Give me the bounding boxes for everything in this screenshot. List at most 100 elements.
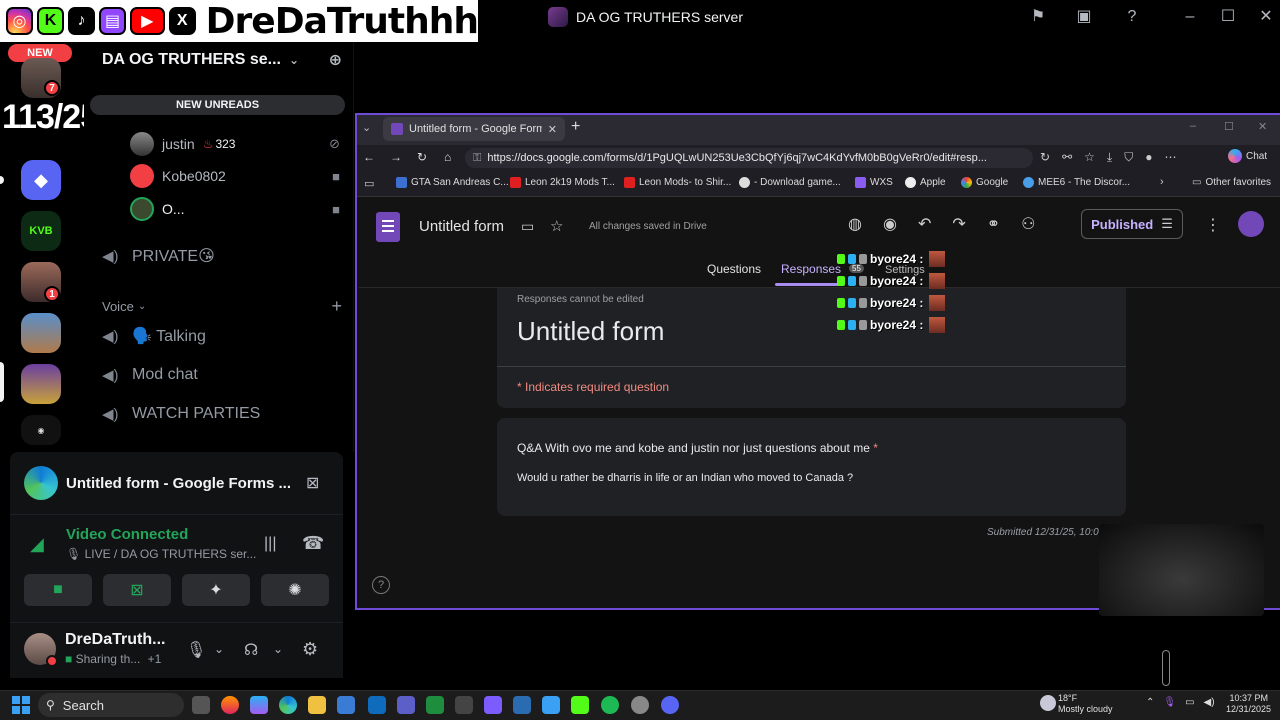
server-icon-7[interactable]: ◉: [21, 415, 61, 445]
undo-icon[interactable]: ↶: [918, 214, 931, 234]
back-icon[interactable]: ←: [363, 150, 375, 164]
outlook-icon[interactable]: [368, 696, 386, 714]
microphone-icon[interactable]: 🎙: [186, 640, 206, 660]
close-tab-icon[interactable]: ✕: [548, 123, 557, 136]
taskbar-clock[interactable]: 10:37 PM 12/31/2025: [1226, 693, 1271, 715]
browser-maximize-icon[interactable]: ☐: [1224, 120, 1234, 133]
app-icon[interactable]: [513, 696, 531, 714]
maximize-icon[interactable]: ☐: [1218, 7, 1238, 27]
preview-icon[interactable]: ◉: [883, 214, 897, 234]
browser-tab[interactable]: Untitled form - Google Forms ✕: [383, 117, 565, 141]
bookmark[interactable]: MEE6 - The Discor...: [1023, 177, 1130, 188]
store-icon[interactable]: [337, 696, 355, 714]
copilot-taskbar-icon[interactable]: [250, 696, 268, 714]
tab-actions-icon[interactable]: ▭: [364, 177, 374, 190]
spotify-icon[interactable]: [601, 696, 619, 714]
firefox-icon[interactable]: [221, 696, 239, 714]
browser-minimize-icon[interactable]: –: [1190, 120, 1196, 132]
more-options-icon[interactable]: ⋮: [1205, 215, 1221, 235]
channel-private[interactable]: ◀) PRIVATE😘: [102, 241, 342, 271]
tab-list-icon[interactable]: ⌄: [362, 121, 371, 134]
folder-icon[interactable]: ▭: [521, 218, 534, 235]
camera-button[interactable]: ■: [24, 574, 92, 606]
link-icon[interactable]: ⚭: [987, 214, 1000, 234]
activities-button[interactable]: ✦: [182, 574, 250, 606]
taskbar-search[interactable]: ⚲ Search: [38, 693, 184, 717]
profile-icon[interactable]: ●: [1145, 150, 1152, 165]
network-icon[interactable]: ▭: [1185, 697, 1194, 708]
bookmark[interactable]: Google: [961, 177, 1008, 188]
guild-header[interactable]: DA OG TRUTHERS se... ⌄ ⊕: [102, 48, 342, 72]
mic-tray-icon[interactable]: 🎙: [1163, 697, 1176, 708]
other-favorites[interactable]: ▭ Other favorites: [1192, 177, 1271, 188]
favorites-icon[interactable]: ☆: [1084, 150, 1095, 165]
shield-icon[interactable]: ⛉: [1124, 150, 1133, 165]
channel-watch-parties[interactable]: ◀) WATCH PARTIES: [102, 399, 342, 429]
weather-widget[interactable]: 18°F Mostly cloudy: [1058, 693, 1113, 715]
forms-logo-icon[interactable]: [376, 212, 400, 242]
headphones-icon[interactable]: ☊: [244, 640, 258, 660]
redo-icon[interactable]: ↷: [952, 214, 965, 234]
app-icon[interactable]: [542, 696, 560, 714]
user-name[interactable]: DreDaTruth...: [65, 631, 165, 649]
task-view-icon[interactable]: [192, 696, 210, 714]
published-button[interactable]: Published ☰: [1081, 209, 1183, 239]
refresh-icon[interactable]: ↻: [417, 150, 427, 164]
chevron-down-icon[interactable]: ⌄: [273, 642, 283, 656]
voice-user[interactable]: Kobe0802 ■: [130, 163, 340, 189]
forward-icon[interactable]: →: [390, 150, 402, 164]
star-icon[interactable]: ☆: [550, 217, 563, 235]
file-explorer-icon[interactable]: [308, 696, 326, 714]
download-icon[interactable]: ⤓: [1107, 150, 1112, 165]
app-icon[interactable]: [484, 696, 502, 714]
form-title[interactable]: Untitled form: [419, 218, 504, 235]
bookmark[interactable]: GTA San Andreas C...: [396, 177, 509, 188]
extension-icon[interactable]: ↻: [1040, 150, 1050, 165]
browser-close-icon[interactable]: ✕: [1258, 120, 1267, 133]
flag-icon[interactable]: ⚑: [1028, 7, 1048, 27]
inbox-icon[interactable]: ▣: [1074, 7, 1094, 27]
voice-location[interactable]: 🎙 LIVE / DA OG TRUTHERS ser...: [66, 547, 256, 561]
tab-responses[interactable]: Responses: [781, 262, 841, 276]
chevron-up-icon[interactable]: ⌃: [1146, 697, 1154, 708]
discord-icon[interactable]: [661, 696, 679, 714]
server-icon-6[interactable]: [21, 364, 61, 404]
obs-icon[interactable]: [631, 696, 649, 714]
start-button[interactable]: [12, 696, 30, 714]
server-icon-2[interactable]: ◆: [21, 160, 61, 200]
chevron-down-icon[interactable]: ⌄: [214, 642, 224, 656]
kick-app-icon[interactable]: [571, 696, 589, 714]
bookmark[interactable]: WXS: [855, 177, 893, 188]
teams-icon[interactable]: [397, 696, 415, 714]
palette-icon[interactable]: ◍: [848, 214, 862, 234]
close-icon[interactable]: ✕: [1256, 7, 1276, 27]
chevron-right-icon[interactable]: ›: [1160, 176, 1164, 188]
new-tab-icon[interactable]: +: [571, 118, 580, 136]
screen-share-button[interactable]: ⊠: [103, 574, 171, 606]
minimize-icon[interactable]: –: [1180, 7, 1200, 27]
phone-link-icon[interactable]: [455, 696, 473, 714]
server-icon-3[interactable]: KVB: [21, 211, 61, 251]
voice-user[interactable]: O... ■: [130, 196, 340, 222]
new-unreads-bar[interactable]: NEW UNREADS: [90, 95, 345, 115]
home-icon[interactable]: ⌂: [444, 150, 451, 164]
split-screen-icon[interactable]: ⚯: [1062, 150, 1072, 165]
server-icon-5[interactable]: [21, 313, 61, 353]
add-collaborator-icon[interactable]: ⚇: [1021, 214, 1035, 234]
noise-suppression-icon[interactable]: |||: [264, 535, 276, 553]
stop-stream-icon[interactable]: ⊠: [306, 473, 319, 493]
voice-category[interactable]: Voice ⌄ +: [102, 296, 342, 317]
xbox-icon[interactable]: [426, 696, 444, 714]
edge-icon[interactable]: [279, 696, 297, 714]
channel-mod-chat[interactable]: ◀) Mod chat: [102, 360, 342, 390]
gear-icon[interactable]: ⚙: [302, 639, 318, 660]
volume-icon[interactable]: ◀): [1204, 697, 1215, 708]
more-icon[interactable]: ⋯: [1164, 150, 1176, 165]
tab-questions[interactable]: Questions: [707, 262, 761, 276]
bookmark[interactable]: Leon 2k19 Mods T...: [510, 177, 615, 188]
copilot-chat-button[interactable]: Chat: [1228, 149, 1267, 163]
invite-icon[interactable]: ⊕: [329, 50, 342, 70]
add-channel-icon[interactable]: +: [331, 296, 342, 317]
disconnect-icon[interactable]: ☎: [302, 533, 324, 554]
help-icon[interactable]: ?: [1122, 7, 1142, 27]
